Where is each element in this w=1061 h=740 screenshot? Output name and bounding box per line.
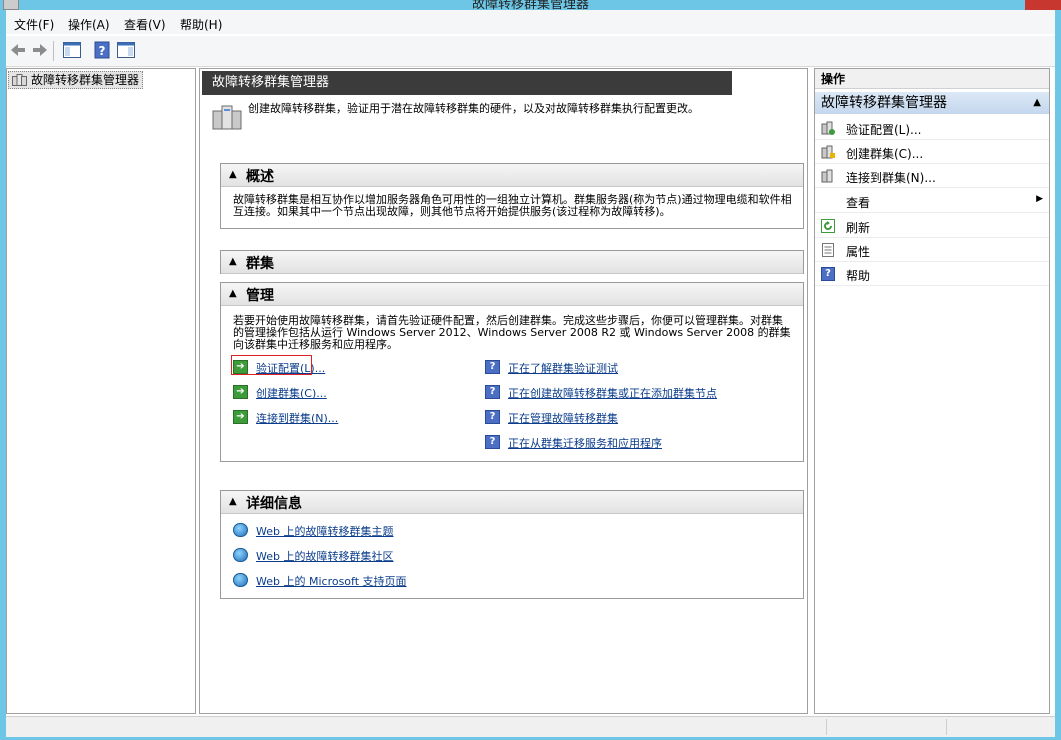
management-title: 管理 [246, 288, 274, 304]
tree-item-failover-cluster-manager[interactable]: 故障转移群集管理器 [8, 71, 144, 89]
window-title: 故障转移群集管理器 [471, 0, 589, 10]
menu-file[interactable]: 文件(F) [14, 16, 54, 33]
help-icon: ? [821, 267, 835, 281]
collapse-caret-icon: ▲ [1033, 97, 1041, 108]
action-create-cluster[interactable]: 创建群集(C)... [815, 140, 1049, 164]
status-segment [946, 719, 947, 735]
mmc-window: 文件(F) 操作(A) 查看(V) 帮助(H) ? 故障转移群集管理器 故障转移… [6, 10, 1055, 737]
cluster-validate-icon [821, 121, 835, 135]
cluster-servers-icon [212, 103, 242, 131]
menu-bar: 文件(F) 操作(A) 查看(V) 帮助(H) [6, 10, 1055, 34]
overview-section-header[interactable]: ▲ 概述 [221, 164, 803, 187]
action-label: 刷新 [846, 221, 871, 235]
cluster-create-icon [821, 145, 835, 159]
action-properties[interactable]: 属性 [815, 238, 1049, 262]
actions-pane-header: 操作 [815, 69, 1049, 89]
cluster-manager-icon [12, 73, 27, 86]
actions-subheader[interactable]: 故障转移群集管理器 ▲ [815, 92, 1049, 114]
close-button[interactable] [1025, 0, 1061, 10]
window-edge [1055, 10, 1061, 736]
overview-section: ▲ 概述 故障转移群集是相互协作以增加服务器角色可用性的一组独立计算机。群集服务… [220, 163, 804, 229]
action-label: 创建群集(C)... [846, 147, 924, 161]
web-globe-icon [233, 573, 248, 587]
clusters-section: ▲ 群集 [220, 250, 804, 274]
highlight-box [231, 355, 312, 375]
maximize-button[interactable] [995, 0, 1025, 10]
help-link-migrate[interactable]: 正在从群集迁移服务和应用程序 [508, 435, 662, 451]
help-link-create-cluster[interactable]: 正在创建故障转移群集或正在添加群集节点 [508, 385, 717, 401]
connect-cluster-link[interactable]: 连接到群集(N)... [256, 410, 338, 426]
action-label: 验证配置(L)... [846, 123, 922, 137]
web-globe-icon [233, 523, 248, 537]
help-icon: ? [485, 435, 500, 449]
submenu-arrow-icon: ▶ [1036, 194, 1043, 204]
cluster-connect-icon [821, 169, 835, 183]
collapse-arrow-icon: ▲ [229, 496, 237, 507]
show-hide-console-tree-icon[interactable] [62, 40, 82, 60]
svg-text:?: ? [99, 44, 106, 58]
clusters-section-header[interactable]: ▲ 群集 [221, 251, 803, 274]
status-segment [826, 719, 827, 735]
management-text: 若要开始使用故障转移群集，请首先验证硬件配置，然后创建群集。完成这些步骤后，你便… [233, 314, 791, 351]
overview-title: 概述 [246, 169, 274, 185]
action-label: 属性 [846, 245, 871, 259]
details-section: ▲ 详细信息 Web 上的故障转移群集主题 Web 上的故障转移群集社区 Web… [220, 490, 804, 599]
web-link-cluster-community[interactable]: Web 上的故障转移群集社区 [256, 548, 393, 564]
help-icon: ? [485, 360, 500, 374]
go-arrow-icon: ➔ [233, 385, 248, 399]
action-label: 连接到群集(N)... [846, 171, 936, 185]
help-icon: ? [485, 410, 500, 424]
minimize-button[interactable] [963, 0, 993, 10]
details-section-header[interactable]: ▲ 详细信息 [221, 491, 803, 514]
create-cluster-link[interactable]: 创建群集(C)... [256, 385, 327, 401]
show-hide-action-pane-icon[interactable] [116, 40, 136, 60]
help-link-validation-tests[interactable]: 正在了解群集验证测试 [508, 360, 618, 376]
tree-item-label: 故障转移群集管理器 [31, 73, 140, 87]
web-globe-icon [233, 548, 248, 562]
clusters-title: 群集 [246, 256, 274, 272]
web-link-microsoft-support[interactable]: Web 上的 Microsoft 支持页面 [256, 573, 407, 589]
overview-text: 故障转移群集是相互协作以增加服务器角色可用性的一组独立计算机。群集服务器(称为节… [233, 193, 792, 218]
results-pane-header: 故障转移群集管理器 [202, 71, 732, 95]
actions-pane: 操作 故障转移群集管理器 ▲ 验证配置(L)... 创建群集(C)... 连接到… [814, 68, 1050, 714]
toolbar-separator [53, 41, 54, 61]
action-view[interactable]: 查看 ▶ [815, 189, 1049, 213]
go-arrow-icon: ➔ [233, 410, 248, 424]
properties-icon [821, 243, 835, 257]
console-tree: 故障转移群集管理器 [6, 68, 196, 714]
help-toolbar-icon[interactable]: ? [92, 40, 112, 60]
results-pane: 故障转移群集管理器 创建故障转移群集，验证用于潜在故障转移群集的硬件，以及对故障… [199, 68, 808, 714]
help-link-manage-cluster[interactable]: 正在管理故障转移群集 [508, 410, 618, 426]
collapse-arrow-icon: ▲ [229, 288, 237, 299]
action-validate-config[interactable]: 验证配置(L)... [815, 116, 1049, 140]
action-refresh[interactable]: 刷新 [815, 214, 1049, 238]
menu-help[interactable]: 帮助(H) [180, 16, 222, 33]
details-title: 详细信息 [246, 496, 302, 512]
menu-action[interactable]: 操作(A) [68, 16, 110, 33]
refresh-icon [821, 219, 835, 233]
action-connect-cluster[interactable]: 连接到群集(N)... [815, 164, 1049, 188]
menu-view[interactable]: 查看(V) [124, 16, 166, 33]
status-bar [6, 716, 1055, 737]
collapse-arrow-icon: ▲ [229, 169, 237, 180]
title-bar: 故障转移群集管理器 [0, 0, 1061, 10]
web-link-cluster-topics[interactable]: Web 上的故障转移群集主题 [256, 523, 393, 539]
toolbar: ? [6, 36, 1055, 67]
actions-subheader-label: 故障转移群集管理器 [821, 95, 947, 111]
action-label: 帮助 [846, 269, 871, 283]
help-icon: ? [485, 385, 500, 399]
action-help[interactable]: ? 帮助 [815, 262, 1049, 286]
forward-icon[interactable] [30, 40, 50, 60]
action-label: 查看 [846, 196, 871, 210]
collapse-arrow-icon: ▲ [229, 256, 237, 267]
management-section-header[interactable]: ▲ 管理 [221, 283, 803, 306]
back-icon[interactable] [8, 40, 28, 60]
intro-text: 创建故障转移群集，验证用于潜在故障转移群集的硬件，以及对故障转移群集执行配置更改… [248, 102, 699, 115]
